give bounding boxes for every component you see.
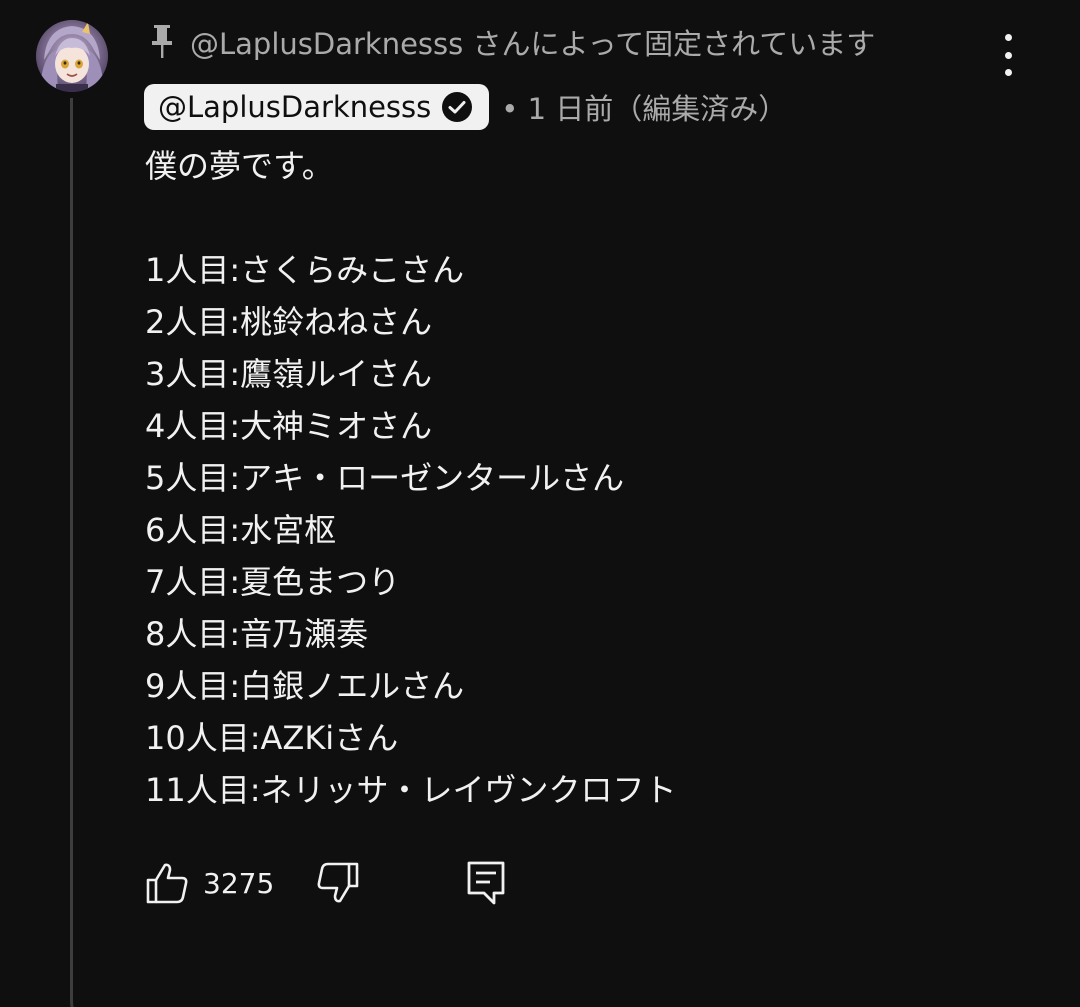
avatar[interactable] [36,20,108,92]
author-chip[interactable]: @LaplusDarknesss [144,84,490,130]
comment-line: 10人目:AZKiさん [145,719,399,757]
avatar-image [36,20,108,92]
dislike-button[interactable] [316,861,360,905]
comment-line: 9人目:白銀ノエルさん [145,667,465,705]
comment-page: @LaplusDarknesss さんによって固定されています @LaplusD… [0,0,1080,1007]
thumbs-up-icon [146,863,188,904]
comment-actions: 3275 [145,855,506,911]
thumbs-down-icon [317,862,359,903]
verified-check-icon [441,91,473,123]
comment-body: 僕の夢です。 1人目:さくらみこさん 2人目:桃鈴ねねさん 3人目:鷹嶺ルイさん… [145,140,1045,816]
thread-line [70,98,117,1007]
comment-meta: • 1 日前（編集済み） [501,92,788,126]
author-name: @LaplusDarknesss [158,90,432,124]
comment-line: 6人目:水宮枢 [145,511,337,549]
comment-line: 5人目:アキ・ローゼンタールさん [145,459,625,497]
comment-line: 3人目:鷹嶺ルイさん [145,355,433,393]
pin-icon [150,25,176,59]
pinned-indicator: @LaplusDarknesss さんによって固定されています [150,22,875,62]
author-row: @LaplusDarknesss • 1 日前（編集済み） [144,84,787,130]
comment-line: 11人目:ネリッサ・レイヴンクロフト [145,771,677,809]
comment-line: 7人目:夏色まつり [145,563,401,601]
comment-line: 2人目:桃鈴ねねさん [145,303,433,341]
like-button[interactable] [145,861,189,905]
like-count: 3275 [203,866,275,900]
reply-button[interactable] [466,859,506,907]
more-vert-icon[interactable] [990,34,1026,76]
pinned-text: @LaplusDarknesss さんによって固定されています [190,27,876,61]
comment-line: 1人目:さくらみこさん [145,251,465,289]
reply-comment-icon [467,861,505,905]
comment-line: 僕の夢です。 [145,147,334,185]
comment-line: 4人目:大神ミオさん [145,407,433,445]
comment-line [145,192,1045,244]
comment-line: 8人目:音乃瀬奏 [145,615,369,653]
